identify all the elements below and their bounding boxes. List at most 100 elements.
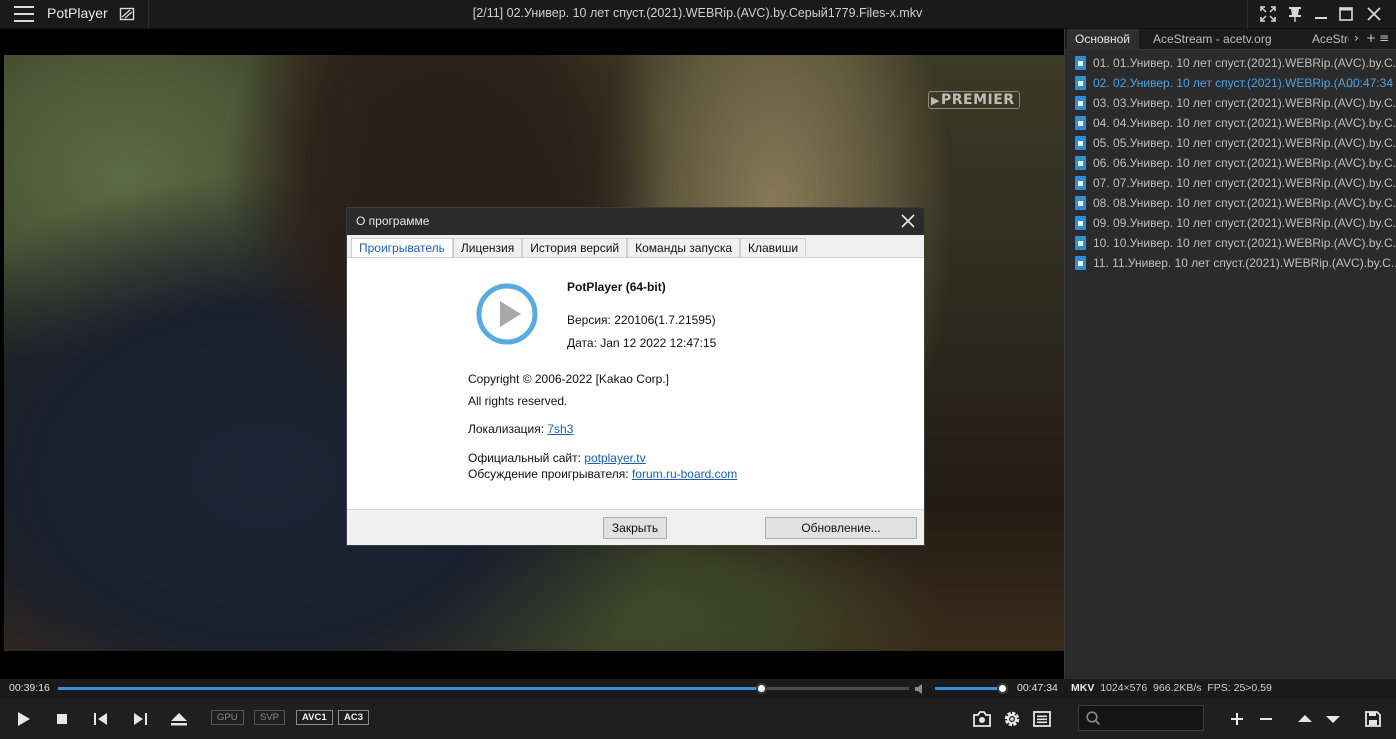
- playlist-item-title: 01. 01.Универ. 10 лет спуст.(2021).WEBRi…: [1093, 56, 1396, 70]
- playlist-item-current[interactable]: 02. 02.Универ. 10 лет спуст.(2021).WEBRi…: [1071, 73, 1396, 93]
- gear-icon[interactable]: [1001, 708, 1023, 730]
- video-file-icon: [1075, 116, 1086, 130]
- playlist-panel: Основной AceStream - acetv.org AceStre ›…: [1064, 29, 1396, 679]
- tab-scroll-right-icon[interactable]: ›: [1354, 31, 1359, 45]
- tab-menu-icon[interactable]: ≡: [1379, 31, 1389, 45]
- video-file-icon: [1075, 236, 1086, 250]
- playlist-item[interactable]: 10. 10.Универ. 10 лет спуст.(2021).WEBRi…: [1071, 233, 1396, 253]
- playlist-item[interactable]: 09. 09.Универ. 10 лет спуст.(2021).WEBRi…: [1071, 213, 1396, 233]
- skin-icon[interactable]: [119, 6, 135, 22]
- playlist-item-title: 09. 09.Универ. 10 лет спуст.(2021).WEBRi…: [1093, 216, 1396, 230]
- remove-icon[interactable]: [1255, 708, 1277, 730]
- add-tab-icon[interactable]: +: [1366, 31, 1376, 45]
- volume-slider[interactable]: [935, 683, 1009, 694]
- playlist-tab-acestream-2[interactable]: AceStre: [1305, 29, 1349, 50]
- bitrate: 966.2KB/s: [1153, 682, 1202, 694]
- dialog-title: О программе: [356, 214, 430, 228]
- close-icon[interactable]: [900, 213, 916, 229]
- video-codec-badge[interactable]: AVC1: [296, 710, 333, 725]
- tab-player[interactable]: Проигрыватель: [351, 238, 453, 258]
- localization-link[interactable]: 7sh3: [547, 422, 573, 436]
- update-button[interactable]: Обновление...: [765, 517, 917, 539]
- playlist-item-title: 10. 10.Универ. 10 лет спуст.(2021).WEBRi…: [1093, 236, 1396, 250]
- playlist-tab-main[interactable]: Основной: [1067, 29, 1139, 50]
- about-dialog: О программе Проигрыватель Лицензия Истор…: [346, 207, 925, 546]
- audio-codec-badge[interactable]: AC3: [338, 710, 370, 725]
- app-name[interactable]: PotPlayer: [47, 5, 108, 21]
- playlist-item-title: 06. 06.Универ. 10 лет спуст.(2021).WEBRi…: [1093, 156, 1396, 170]
- dialog-tabs: Проигрыватель Лицензия История версий Ко…: [351, 238, 807, 258]
- playlist-icon[interactable]: [1031, 708, 1053, 730]
- seek-handle[interactable]: [755, 683, 767, 694]
- window-title: [2/11] 02.Универ. 10 лет спуст.(2021).WE…: [472, 6, 923, 20]
- playlist-item[interactable]: 01. 01.Универ. 10 лет спуст.(2021).WEBRi…: [1071, 53, 1396, 73]
- playlist-tab-acestream[interactable]: AceStream - acetv.org: [1145, 29, 1305, 50]
- forum-link[interactable]: forum.ru-board.com: [632, 467, 737, 481]
- playlist-item[interactable]: 04. 04.Универ. 10 лет спуст.(2021).WEBRi…: [1071, 113, 1396, 133]
- site-label: Официальный сайт:: [468, 451, 581, 465]
- video-file-icon: [1075, 216, 1086, 230]
- save-icon[interactable]: [1362, 708, 1384, 730]
- playlist-item[interactable]: 11. 11.Универ. 10 лет спуст.(2021).WEBRi…: [1071, 253, 1396, 273]
- previous-icon[interactable]: [90, 708, 112, 730]
- video-file-icon: [1075, 136, 1086, 150]
- eject-icon[interactable]: [168, 708, 190, 730]
- playlist-item-title: 02. 02.Универ. 10 лет спуст.(2021).WEBRi…: [1093, 76, 1356, 90]
- playlist-search[interactable]: [1078, 705, 1204, 731]
- search-input[interactable]: [1105, 709, 1199, 727]
- camera-icon[interactable]: [971, 708, 993, 730]
- playlist-item-title: 07. 07.Универ. 10 лет спуст.(2021).WEBRi…: [1093, 176, 1396, 190]
- tab-version-history[interactable]: История версий: [522, 238, 628, 258]
- close-icon[interactable]: [1365, 5, 1383, 23]
- tab-license[interactable]: Лицензия: [452, 238, 523, 258]
- maximize-icon[interactable]: [1337, 5, 1355, 23]
- volume-slider-fill: [935, 687, 1003, 690]
- move-down-icon[interactable]: [1322, 708, 1344, 730]
- playlist-item[interactable]: 06. 06.Универ. 10 лет спуст.(2021).WEBRi…: [1071, 153, 1396, 173]
- close-button[interactable]: Закрыть: [603, 517, 667, 539]
- tab-command-line[interactable]: Команды запуска: [627, 238, 741, 258]
- localization-label: Локализация:: [468, 422, 545, 436]
- stop-icon[interactable]: [51, 708, 73, 730]
- title-separator: [1247, 0, 1248, 29]
- video-area[interactable]: ▶PREMIER О программе Проигрыватель Лицен…: [0, 29, 1064, 679]
- elapsed-time: 00:39:16: [9, 682, 50, 694]
- next-icon[interactable]: [129, 708, 151, 730]
- playlist-item[interactable]: 03. 03.Универ. 10 лет спуст.(2021).WEBRi…: [1071, 93, 1396, 113]
- total-time: 00:47:34: [1017, 682, 1058, 694]
- site-line: Официальный сайт: potplayer.tv: [468, 451, 646, 465]
- dialog-titlebar[interactable]: О программе: [347, 208, 924, 235]
- seek-bar[interactable]: [58, 683, 909, 694]
- playlist-item[interactable]: 07. 07.Универ. 10 лет спуст.(2021).WEBRi…: [1071, 173, 1396, 193]
- site-link[interactable]: potplayer.tv: [584, 451, 645, 465]
- dialog-panel: PotPlayer (64-bit) Версия: 220106(1.7.21…: [347, 257, 924, 510]
- control-bar: GPU SVP AVC1 AC3: [0, 699, 1396, 739]
- playlist-item[interactable]: 05. 05.Универ. 10 лет спуст.(2021).WEBRi…: [1071, 133, 1396, 153]
- volume-icon[interactable]: [913, 682, 927, 696]
- add-icon[interactable]: [1226, 708, 1248, 730]
- video-file-icon: [1075, 156, 1086, 170]
- video-file-icon: [1075, 196, 1086, 210]
- video-file-icon: [1075, 56, 1086, 70]
- title-separator: [148, 0, 149, 29]
- container-format: MKV: [1071, 682, 1095, 694]
- minimize-icon[interactable]: [1312, 5, 1330, 23]
- playlist-item[interactable]: 08. 08.Универ. 10 лет спуст.(2021).WEBRi…: [1071, 193, 1396, 213]
- play-icon[interactable]: [12, 708, 34, 730]
- gpu-badge[interactable]: GPU: [211, 710, 244, 725]
- seek-bar-fill: [58, 687, 761, 690]
- pin-on-top-icon[interactable]: [1286, 5, 1304, 23]
- channel-logo-text: PREMIER: [940, 92, 1015, 108]
- playlist-item-title: 11. 11.Универ. 10 лет спуст.(2021).WEBRi…: [1093, 256, 1396, 270]
- tab-hotkeys[interactable]: Клавиши: [740, 238, 807, 258]
- svp-badge[interactable]: SVP: [254, 710, 286, 725]
- move-up-icon[interactable]: [1294, 708, 1316, 730]
- copyright-text: Copyright © 2006-2022 [Kakao Corp.]: [468, 372, 669, 386]
- fullscreen-icon[interactable]: [1259, 5, 1277, 23]
- media-info: MKV 1024×576 966.2KB/s FPS: 25>0.59: [1071, 682, 1272, 694]
- main-menu-icon[interactable]: [14, 6, 34, 22]
- forum-line: Обсуждение проигрывателя: forum.ru-board…: [468, 467, 737, 481]
- volume-handle[interactable]: [997, 683, 1009, 694]
- video-file-icon: [1075, 256, 1086, 270]
- search-icon: [1086, 711, 1101, 726]
